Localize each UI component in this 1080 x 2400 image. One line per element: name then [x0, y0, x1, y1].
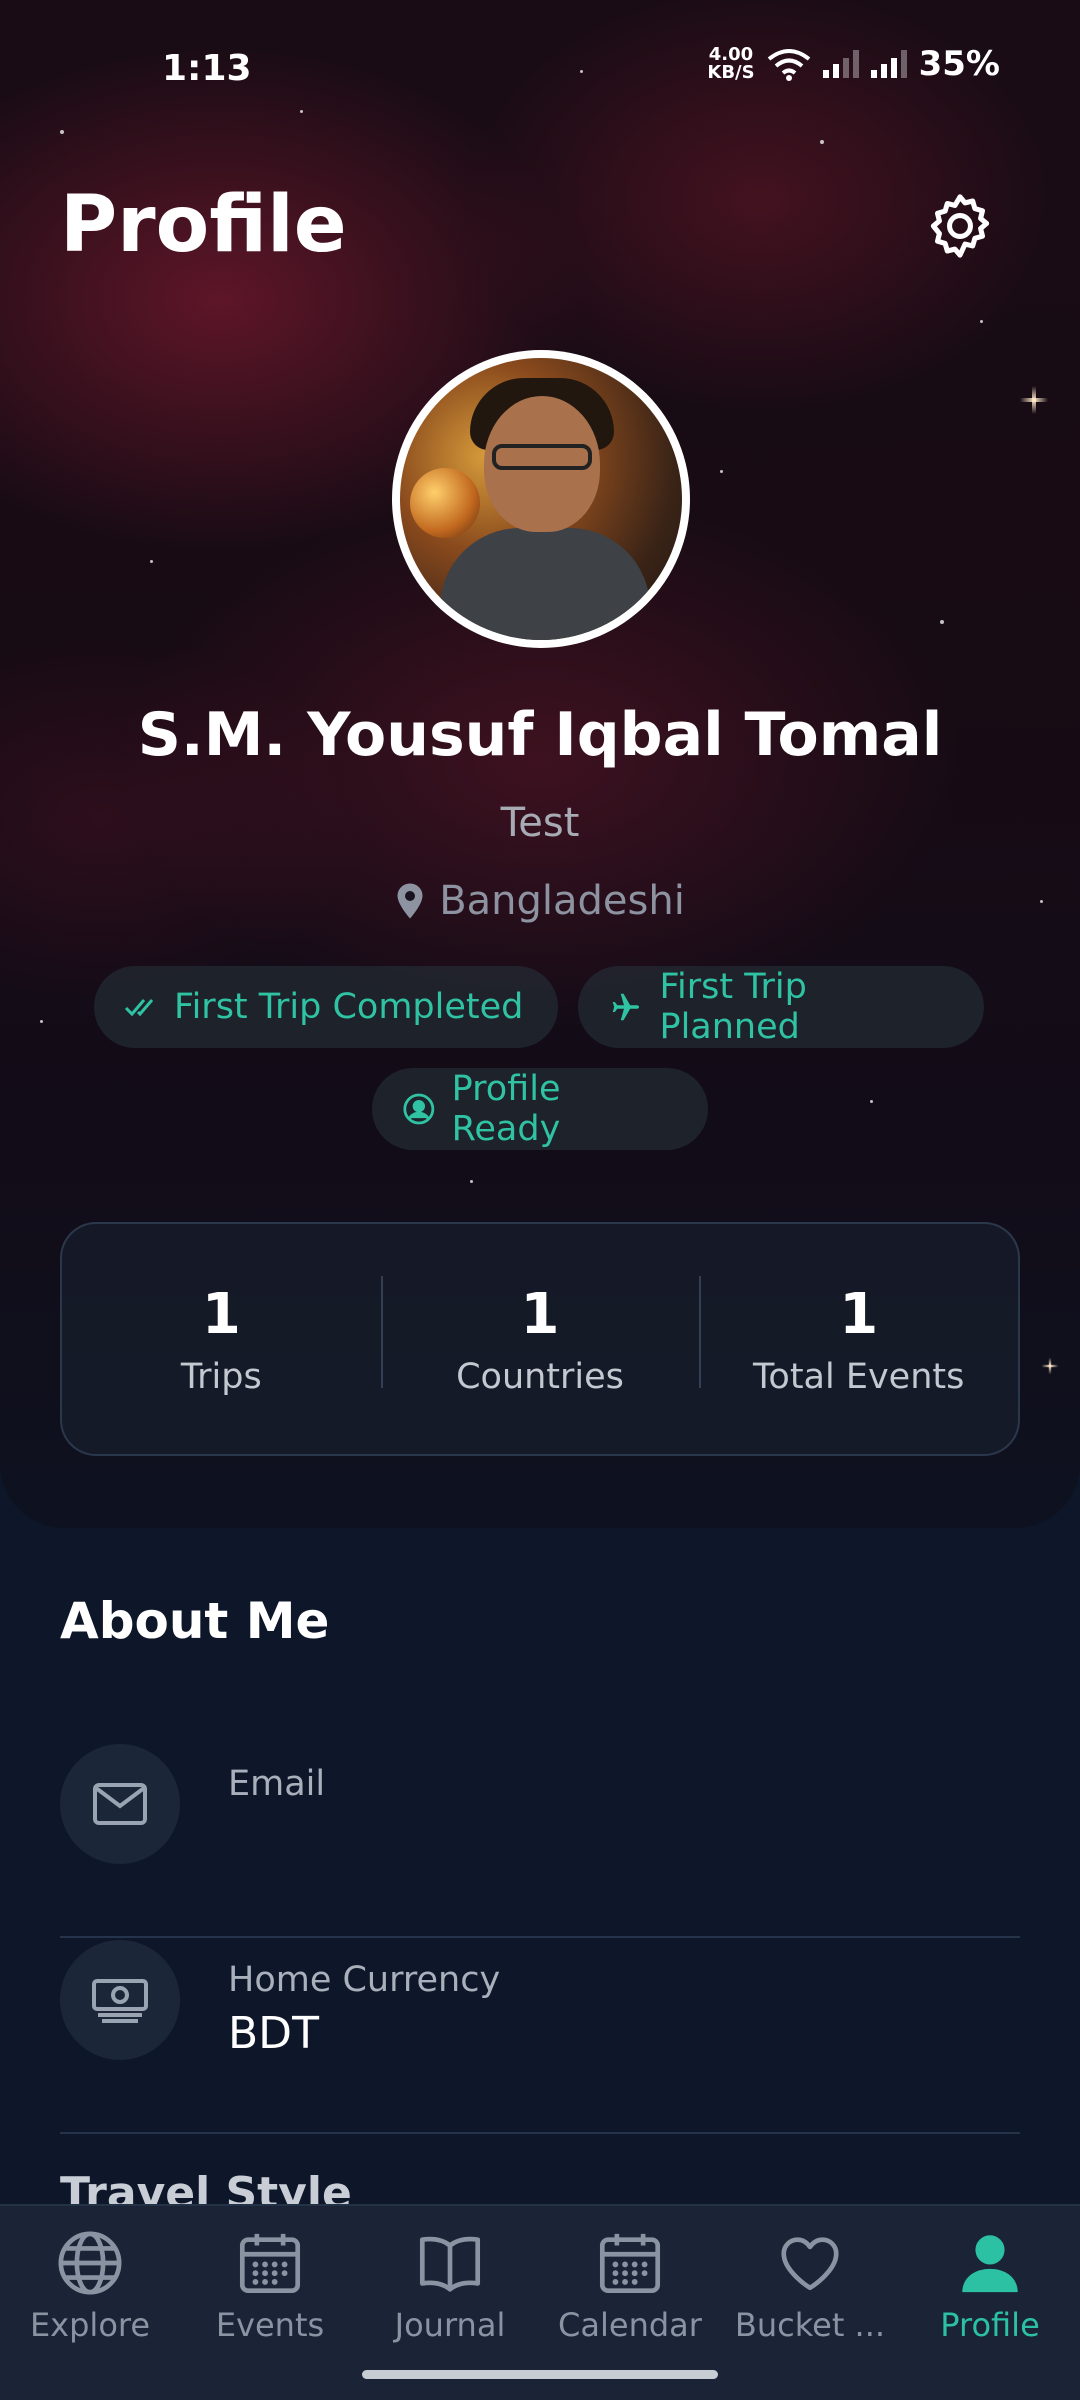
- stat-value: 1: [520, 1281, 560, 1347]
- profile-subtitle: Test: [500, 800, 580, 846]
- avatar[interactable]: [392, 350, 690, 648]
- location-text: Bangladeshi: [439, 878, 685, 924]
- nav-label: Events: [215, 2306, 325, 2344]
- calendar-icon: [599, 2233, 661, 2294]
- nav-label: Explore: [29, 2306, 151, 2344]
- network-speed: 4.00 KB/S: [707, 44, 755, 83]
- stat-label: Countries: [456, 1356, 624, 1397]
- info-label-home-currency: Home Currency: [228, 1960, 501, 2000]
- mail-icon: [93, 1783, 147, 1825]
- stat-value: 1: [201, 1281, 241, 1347]
- profile-name: S.M. Yousuf Iqbal Tomal: [137, 700, 943, 770]
- heart-icon: [781, 2237, 839, 2291]
- badge-profile-ready: Profile Ready: [372, 1068, 708, 1150]
- user-circle-icon: [403, 1093, 435, 1125]
- double-check-icon: [124, 999, 154, 1017]
- nav-label: Bucket ...: [734, 2306, 886, 2344]
- calendar-grid-icon: [239, 2233, 301, 2294]
- banknote-icon: [92, 1979, 148, 2023]
- avatar-photo: [400, 358, 682, 640]
- stat-countries[interactable]: 1 Countries: [380, 1275, 700, 1397]
- home-indicator[interactable]: [362, 2370, 718, 2379]
- about-me-title: About Me: [60, 1592, 330, 1650]
- stat-label: Trips: [180, 1356, 262, 1397]
- book-open-icon: [419, 2236, 481, 2292]
- nav-label: Journal: [394, 2306, 506, 2344]
- gear-icon[interactable]: [922, 188, 998, 264]
- info-row-home-currency[interactable]: Home Currency BDT: [60, 1940, 1020, 2134]
- nav-label: Calendar: [558, 2306, 702, 2344]
- wifi-icon: [767, 49, 810, 81]
- person-icon: [962, 2235, 1018, 2293]
- stat-value: 1: [839, 1281, 879, 1347]
- nav-item-bucket-list[interactable]: Bucket ...: [720, 2206, 900, 2400]
- nav-item-profile[interactable]: Profile: [900, 2206, 1080, 2400]
- airplane-icon: [612, 993, 640, 1021]
- battery-level: 35%: [918, 44, 1000, 84]
- page-title: Profile: [60, 180, 347, 270]
- signal-icon-sim2: [870, 50, 907, 78]
- badge-first-trip-planned: First Trip Planned: [578, 966, 984, 1048]
- globe-icon: [58, 2231, 122, 2295]
- badge-first-trip-completed: First Trip Completed: [94, 966, 558, 1048]
- signal-icon-sim1: [822, 50, 859, 78]
- info-row-email[interactable]: Email: [60, 1744, 1020, 1938]
- stats-card: 1 Trips 1 Countries 1 Total Events: [60, 1222, 1020, 1456]
- mail-icon-circle: [60, 1744, 180, 1864]
- map-pin-icon: [397, 883, 423, 919]
- status-icons: 4.00 KB/S 35%: [707, 44, 1000, 84]
- status-time: 1:13: [162, 48, 252, 89]
- nav-item-explore[interactable]: Explore: [0, 2206, 180, 2400]
- stat-label: Total Events: [752, 1356, 965, 1397]
- info-label-email: Email: [228, 1764, 326, 1804]
- profile-location: Bangladeshi: [0, 878, 1080, 924]
- nav-item-events[interactable]: Events: [180, 2206, 360, 2400]
- info-value-home-currency: BDT: [228, 2008, 319, 2059]
- nav-label: Profile: [940, 2306, 1040, 2344]
- stat-trips[interactable]: 1 Trips: [62, 1282, 381, 1397]
- banknote-icon-circle: [60, 1940, 180, 2060]
- stat-total-events[interactable]: 1 Total Events: [699, 1275, 1018, 1397]
